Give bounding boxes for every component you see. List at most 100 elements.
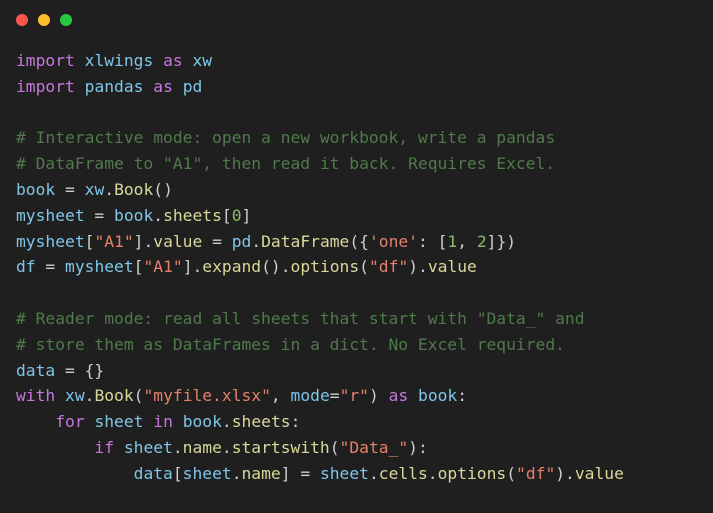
code-line: df = mysheet["A1"].expand().options("df"… (16, 254, 713, 280)
token-punc: ) (368, 386, 389, 406)
token-var: mysheet (65, 257, 134, 277)
token-var: pd (231, 231, 252, 251)
token-var: mysheet (16, 231, 85, 251)
token-kw: for (55, 412, 85, 432)
token-punc: [ (133, 257, 144, 277)
token-attr: sheets (231, 412, 291, 432)
token-attr: value (427, 257, 477, 277)
token-punc: . (251, 231, 262, 251)
code-line: mysheet["A1"].value = pd.DataFrame({'one… (16, 229, 713, 255)
token-com: # DataFrame to "A1", then read it back. … (16, 154, 556, 174)
token-kw: as (153, 76, 173, 96)
code-line: data = {} (16, 358, 713, 384)
token-kw: as (388, 386, 409, 406)
token-punc: [ (84, 231, 95, 251)
token-punc: ]. (182, 257, 203, 277)
token-var: xw (192, 51, 213, 70)
token-str: "A1" (94, 231, 134, 251)
token-var: book (16, 179, 56, 199)
token-com: # Interactive mode: open a new workbook,… (16, 128, 556, 148)
token-punc: . (84, 386, 95, 406)
token-punc: = (84, 205, 115, 225)
token-punc: = (55, 179, 85, 199)
close-button-icon[interactable] (16, 14, 28, 26)
token-str: "r" (339, 386, 369, 406)
token-com: # Reader mode: read all sheets that star… (16, 308, 585, 328)
token-var: data (133, 463, 173, 483)
token-var: data (16, 360, 56, 380)
token-var: sheet (319, 463, 369, 483)
token-punc: : (457, 386, 468, 406)
token-punc: = (202, 231, 232, 251)
token-num: 0 (231, 205, 242, 225)
token-punc: ] = (280, 463, 320, 483)
token-punc: ({ (349, 231, 369, 251)
token-attr: name (241, 463, 281, 483)
code-block[interactable]: import xlwings as xw import pandas as pd … (0, 40, 713, 487)
token-punc: . (368, 463, 379, 483)
token-str: "Data_" (339, 437, 409, 457)
token-punc: . (231, 463, 242, 483)
token-attr: Book (114, 179, 154, 199)
token-var: pd (182, 76, 203, 96)
token-str: 'one' (368, 231, 418, 251)
token-num: 2 (476, 231, 487, 251)
token-str: "A1" (143, 257, 183, 277)
code-line: for sheet in book.sheets: (16, 409, 713, 435)
minimize-button-icon[interactable] (38, 14, 50, 26)
token-attr: expand (202, 257, 262, 277)
token-punc: ]}) (486, 231, 517, 251)
code-line: book = xw.Book() (16, 177, 713, 203)
code-line: import xlwings as xw (16, 48, 713, 74)
token-var: book (182, 412, 222, 432)
token-punc: [ (221, 205, 232, 225)
token-str: "myfile.xlsx" (143, 386, 271, 406)
token-var: pandas (84, 76, 144, 96)
token-var: sheet (123, 437, 173, 457)
token-var: xw (84, 179, 105, 199)
token-punc: = (329, 386, 340, 406)
token-attr: startswith (231, 437, 330, 457)
token-attr: cells (378, 463, 428, 483)
token-var: mode (290, 386, 330, 406)
maximize-button-icon[interactable] (60, 14, 72, 26)
token-punc: ( (359, 257, 369, 277)
token-punc: . (221, 437, 232, 457)
token-var: book (114, 205, 154, 225)
token-punc: ]. (133, 231, 154, 251)
token-punc: . (153, 205, 164, 225)
token-punc: : [ (417, 231, 448, 251)
token-punc: [ (172, 463, 183, 483)
token-com: # store them as DataFrames in a dict. No… (16, 334, 565, 354)
token-punc: , (457, 231, 477, 251)
token-attr: value (153, 231, 203, 251)
token-punc: ( (133, 386, 144, 406)
token-attr: value (574, 463, 624, 483)
token-kw: if (94, 437, 115, 457)
token-punc: . (172, 437, 183, 457)
token-punc: ): (408, 437, 428, 457)
code-line: # Interactive mode: open a new workbook,… (16, 125, 713, 151)
token-punc: . (221, 412, 232, 432)
token-str: "df" (368, 257, 409, 277)
code-line: # Reader mode: read all sheets that star… (16, 306, 713, 332)
code-line: data[sheet.name] = sheet.cells.options("… (16, 461, 713, 487)
window-titlebar (0, 0, 713, 40)
token-var: xw (65, 386, 85, 406)
token-var: df (16, 257, 36, 277)
token-attr: DataFrame (261, 231, 350, 251)
token-punc: = (35, 257, 66, 277)
token-attr: Book (94, 386, 134, 406)
token-punc: . (104, 179, 115, 199)
